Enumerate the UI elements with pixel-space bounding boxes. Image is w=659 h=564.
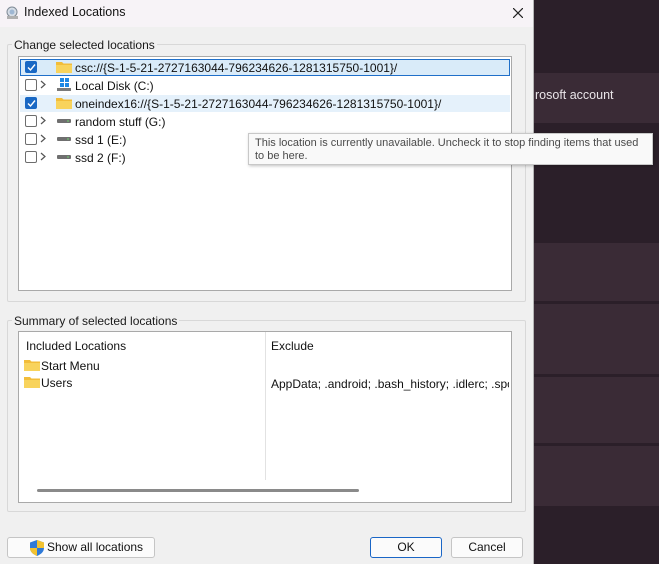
close-icon	[513, 8, 523, 18]
show-all-locations-button[interactable]: Show all locations	[7, 537, 155, 558]
folder-icon	[24, 377, 40, 388]
location-checkbox[interactable]	[25, 133, 37, 145]
column-divider[interactable]	[265, 332, 266, 480]
location-checkbox[interactable]	[25, 79, 37, 91]
summary-item-label: Start Menu	[41, 359, 100, 373]
folder-icon	[56, 98, 72, 109]
background-panel	[533, 243, 659, 301]
cancel-button[interactable]: Cancel	[451, 537, 523, 558]
title-bar: Indexed Locations	[0, 0, 533, 27]
close-button[interactable]	[505, 2, 531, 24]
indexing-options-icon	[6, 6, 18, 19]
indexed-locations-dialog: Indexed Locations Change selected locati…	[0, 0, 534, 564]
tree-item[interactable]: oneindex16://{S-1-5-21-2727163044-796234…	[20, 95, 510, 112]
checkmark-icon	[27, 64, 36, 72]
background-panel	[533, 446, 659, 506]
location-label: csc://{S-1-5-21-2727163044-796234626-128…	[75, 61, 398, 75]
location-label: Local Disk (C:)	[75, 79, 154, 93]
unavailable-location-tooltip: This location is currently unavailable. …	[248, 133, 653, 165]
drive-icon	[57, 155, 71, 159]
summary-group-label: Summary of selected locations	[12, 314, 180, 328]
locations-tree[interactable]: csc://{S-1-5-21-2727163044-796234626-128…	[18, 56, 512, 291]
horizontal-scrollbar[interactable]	[37, 489, 359, 492]
tree-item[interactable]: csc://{S-1-5-21-2727163044-796234626-128…	[20, 59, 510, 76]
background-panel	[533, 304, 659, 374]
exclude-header[interactable]: Exclude	[271, 339, 314, 353]
locations-group-label: Change selected locations	[12, 38, 157, 52]
exclude-list-users: AppData; .android; .bash_history; .idler…	[271, 377, 509, 391]
location-checkbox[interactable]	[25, 97, 37, 109]
summary-list[interactable]: Included Locations Exclude Start Menu Us…	[18, 331, 512, 503]
tree-item[interactable]: Local Disk (C:)	[20, 77, 510, 94]
chevron-right-icon[interactable]	[40, 134, 46, 143]
location-checkbox[interactable]	[25, 151, 37, 163]
show-all-locations-label: Show all locations	[47, 540, 144, 554]
window-title: Indexed Locations	[24, 5, 126, 19]
drive-icon	[57, 119, 71, 123]
windows-drive-icon	[57, 78, 71, 91]
folder-icon	[56, 62, 72, 73]
location-checkbox[interactable]	[25, 115, 37, 127]
folder-icon	[24, 360, 40, 371]
chevron-right-icon[interactable]	[40, 80, 46, 89]
chevron-right-icon[interactable]	[40, 152, 46, 161]
location-label: ssd 1 (E:)	[75, 133, 127, 147]
ok-button[interactable]: OK	[370, 537, 442, 558]
location-label: ssd 2 (F:)	[75, 151, 126, 165]
checkmark-icon	[27, 100, 36, 108]
location-label: random stuff (G:)	[75, 115, 166, 129]
drive-icon	[57, 137, 71, 141]
uac-shield-icon	[30, 540, 44, 556]
chevron-right-icon[interactable]	[40, 116, 46, 125]
location-label: oneindex16://{S-1-5-21-2727163044-796234…	[75, 97, 442, 111]
background-account-text: rosoft account	[535, 88, 614, 102]
background-panel	[533, 377, 659, 443]
summary-item-label: Users	[41, 376, 73, 390]
included-locations-header[interactable]: Included Locations	[26, 339, 126, 353]
tooltip-text: This location is currently unavailable. …	[255, 137, 639, 162]
location-checkbox[interactable]	[25, 61, 37, 73]
tree-item[interactable]: random stuff (G:)	[20, 113, 510, 130]
